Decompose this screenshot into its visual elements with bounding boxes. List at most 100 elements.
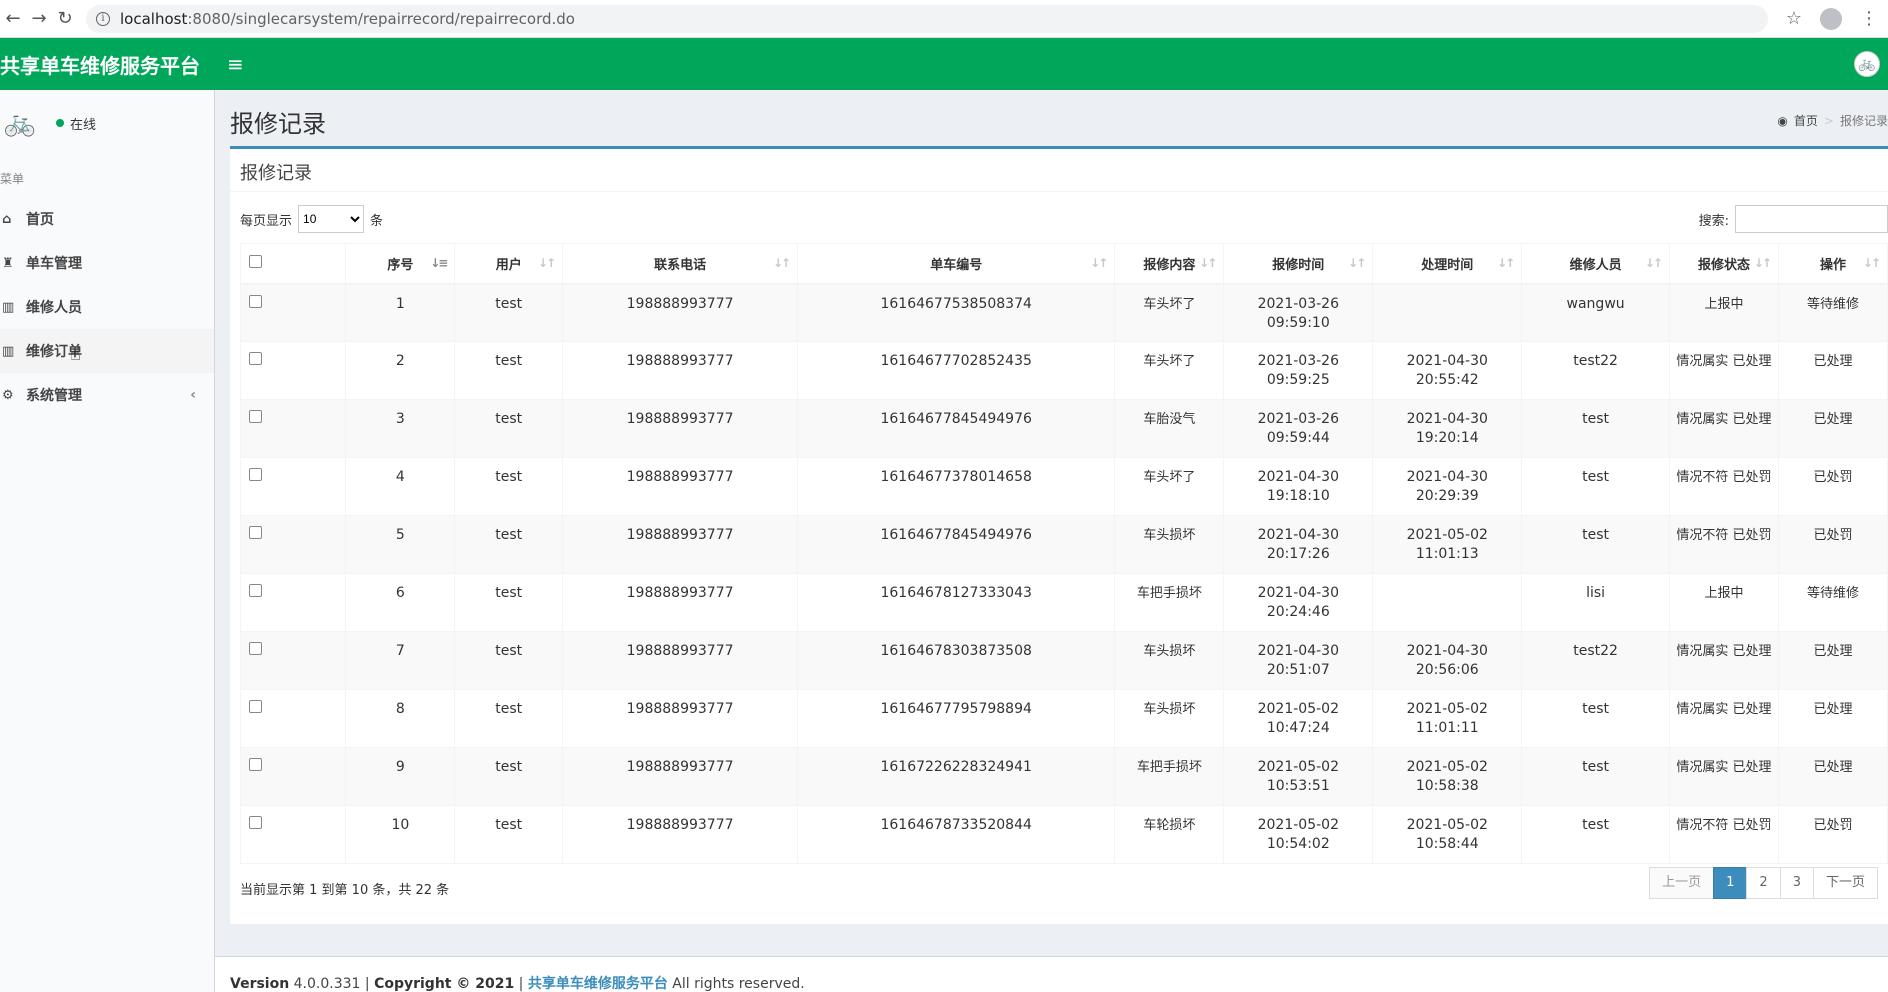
table-cell: 2021-05-02 10:47:24: [1223, 689, 1374, 748]
column-header[interactable]: 报修时间 ↓↑: [1223, 243, 1374, 285]
footer: Version 4.0.0.331 | Copyright © 2021 | 共…: [215, 956, 1888, 992]
table-row: 9 test 198888993777 16167226228324941 车把手损坏 2…: [239, 747, 1888, 806]
home-icon: ⌂: [2, 211, 12, 227]
table-cell: test: [454, 689, 564, 748]
sidebar-item-repairers[interactable]: ▥ 维修人员: [0, 285, 214, 329]
url-host: localhost: [120, 9, 188, 28]
forward-icon[interactable]: →: [26, 6, 52, 32]
column-header[interactable]: 用户 ↓↑: [454, 243, 564, 285]
table-cell: test: [1521, 747, 1670, 806]
sidebar-item-label: 系统管理: [26, 388, 82, 404]
sort-icon: ↓↑: [1862, 256, 1881, 270]
user-panel: 🚲 在线: [0, 90, 214, 156]
column-header[interactable]: 维修人员 ↓↑: [1521, 243, 1670, 285]
bookmark-star-icon[interactable]: ☆: [1786, 8, 1802, 29]
trophy-icon: ♜: [2, 255, 14, 271]
length-unit: 条: [370, 213, 384, 229]
table-cell: 车头损坏: [1114, 689, 1225, 748]
column-header[interactable]: 联系电话 ↓↑: [562, 243, 799, 285]
sidebar-item-bikes[interactable]: ♜ 单车管理: [0, 241, 214, 285]
breadcrumb-home[interactable]: 首页: [1794, 112, 1818, 129]
column-header[interactable]: 报修状态 ↓↑: [1668, 243, 1779, 285]
search-label: 搜索:: [1698, 213, 1729, 229]
page-length-select[interactable]: 10: [298, 205, 365, 233]
box-title: 报修记录: [240, 163, 312, 184]
table-cell: 198888993777: [562, 515, 799, 574]
length-label: 每页显示: [240, 213, 293, 229]
table-row: 6 test 198888993777 16164678127333043 车把手损坏 2…: [239, 573, 1888, 632]
row-checkbox[interactable]: [249, 468, 262, 481]
table-cell: 情况不符 已处罚: [1668, 805, 1779, 864]
table-cell: 198888993777: [562, 689, 799, 748]
next-page-button[interactable]: 下一页: [1812, 867, 1878, 899]
brand-logo[interactable]: 共享单车维修服务平台: [0, 50, 215, 79]
main-content: 报修记录 ◉ 首页 > 报修记录 报修记录 每页显示 10 条 搜索: 序号 ↓≡…: [215, 90, 1888, 992]
reload-icon[interactable]: ↻: [52, 6, 78, 32]
table-cell: 6: [345, 573, 456, 632]
back-icon[interactable]: ←: [0, 6, 26, 32]
table-cell: test: [1521, 515, 1670, 574]
table-cell: 2021-05-02 11:01:11: [1372, 689, 1523, 748]
row-select-cell: [239, 341, 347, 400]
prev-page-button[interactable]: 上一页: [1649, 867, 1715, 899]
sidebar-item-home[interactable]: ⌂ 首页: [0, 197, 214, 241]
table-info: 当前显示第 1 到第 10 条，共 22 条: [240, 883, 450, 898]
select-all-checkbox[interactable]: [249, 254, 262, 268]
sort-icon: ↓↑: [1644, 256, 1663, 270]
table-cell: 等待维修: [1777, 283, 1888, 342]
table-cell: test: [454, 515, 564, 574]
menu-header: 菜单: [0, 172, 25, 186]
page-button-3[interactable]: 3: [1779, 867, 1814, 899]
user-avatar[interactable]: 🚲: [1854, 51, 1880, 77]
site-info-icon[interactable]: i: [96, 11, 110, 26]
address-bar[interactable]: i localhost:8080/singlecarsystem/repairr…: [86, 4, 1768, 33]
footer-brand-link[interactable]: 共享单车维修服务平台: [528, 976, 668, 992]
search-input[interactable]: [1735, 205, 1888, 233]
row-checkbox[interactable]: [249, 642, 262, 655]
table-cell: 车头坏了: [1114, 341, 1225, 400]
table-cell: 车头坏了: [1114, 283, 1225, 342]
profile-icon[interactable]: [1820, 7, 1842, 30]
online-status-text: 在线: [70, 117, 97, 133]
column-header[interactable]: 单车编号 ↓↑: [797, 243, 1116, 285]
row-checkbox[interactable]: [249, 410, 262, 423]
row-checkbox[interactable]: [249, 758, 262, 771]
table-cell: 2: [345, 341, 456, 400]
row-select-cell: [239, 399, 347, 458]
row-checkbox[interactable]: [249, 584, 262, 597]
table-cell: 情况不符 已处罚: [1668, 515, 1779, 574]
row-checkbox[interactable]: [249, 700, 262, 713]
table-cell: 2021-05-02 10:58:38: [1372, 747, 1523, 806]
column-header[interactable]: 处理时间 ↓↑: [1372, 243, 1523, 285]
row-checkbox[interactable]: [249, 816, 262, 829]
table-cell: 情况属实 已处理: [1668, 747, 1779, 806]
version-number: 4.0.0.331: [293, 976, 361, 992]
column-header[interactable]: 报修内容 ↓↑: [1114, 243, 1225, 285]
browser-menu-icon[interactable]: ⋮: [1860, 8, 1878, 29]
row-checkbox[interactable]: [249, 526, 262, 539]
column-header[interactable]: 序号 ↓≡: [345, 243, 456, 285]
sidebar-item-repair-orders[interactable]: ▥ 维修订单: [0, 329, 214, 373]
sidebar-item-system[interactable]: ⚙ 系统管理 ‹: [0, 373, 214, 417]
table-cell: 2021-04-30 20:24:46: [1223, 573, 1374, 632]
table-cell: lisi: [1521, 573, 1670, 632]
table-cell: test22: [1521, 341, 1670, 400]
table-cell: 16164677378014658: [797, 457, 1116, 516]
bar-chart-icon: ▥: [2, 343, 15, 359]
row-checkbox[interactable]: [249, 352, 262, 365]
table-cell: 198888993777: [562, 805, 799, 864]
table-cell: 车胎没气: [1114, 399, 1225, 458]
column-header[interactable]: 操作 ↓↑: [1777, 243, 1888, 285]
page-button-2[interactable]: 2: [1746, 867, 1781, 899]
table-cell: 2021-04-30 19:18:10: [1223, 457, 1374, 516]
table-cell: test: [454, 399, 564, 458]
table-cell: 车头坏了: [1114, 457, 1225, 516]
row-checkbox[interactable]: [249, 294, 262, 308]
table-cell: 2021-03-26 09:59:25: [1223, 341, 1374, 400]
menu-toggle-icon[interactable]: ≡: [227, 52, 244, 76]
table-row: 8 test 198888993777 16164677795798894 车头损坏 20…: [239, 689, 1888, 748]
table-cell: 198888993777: [562, 631, 799, 690]
page-button-1[interactable]: 1: [1713, 867, 1748, 899]
sort-icon: ↓↑: [1753, 256, 1772, 270]
table-cell: 16164678127333043: [797, 573, 1116, 632]
